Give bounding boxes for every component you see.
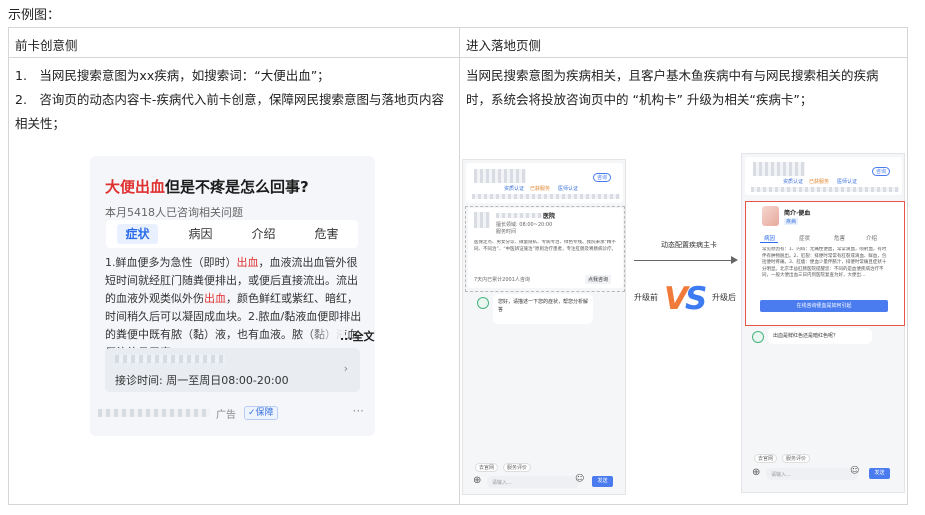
institution-name: 医院 [543,213,556,220]
after-bot-message: 出血是鲜红色还是暗红色呢？ [768,328,872,344]
badge-3: 医师认证 [558,186,579,192]
consult-cta-button[interactable]: 在线咨询便血是如何引起 [760,300,888,312]
right-paragraph: 当网民搜索意图为疾病相关，且客户基木鱼疾病中有与网民搜索相关的疾病时，系统会将投… [466,68,879,107]
badge-1: 资质认证 [504,186,525,192]
tab-symptom[interactable]: 症状 [106,220,169,248]
disease-tag: 疾病 [784,218,799,225]
after-plus-icon[interactable]: ⊕ [752,467,760,478]
header-right: 进入落地页侧 [459,27,908,58]
after-send-button[interactable]: 发送 [869,468,890,479]
card-tabs: 症状 病因 介绍 危害 [106,220,358,248]
left-item-1: 1. 当网民搜索意图为xx疾病，如搜索词：“大便出血”； [15,68,330,83]
after-emoji-icon[interactable]: ☺ [850,466,859,476]
send-button[interactable]: 发送 [592,476,613,487]
card-title[interactable]: 大便出血但是不疼是怎么回事? [105,176,309,197]
ad-row: 广告 ✓保障 ··· [98,404,366,421]
search-result-card: 大便出血但是不疼是怎么回事? 本月5418人已咨询相关问题 症状 病因 介绍 危… [90,156,375,436]
after-phone: 咨询 资质认证 已获服务 医师认证 简介·便血 疾病 病因 症状 危害 介绍 常… [741,153,905,493]
before-header-card: 咨询 资质认证 已获服务 医师认证 [466,163,623,203]
disease-desc: 常见原因有：1、内痔：无痛性便血，常常滴血，喷射血，有时伴有肿物脱出。2、肛裂：… [762,247,887,278]
disease-title: 简介·便血 [784,210,811,217]
after-quick-website[interactable]: 去官网 [754,454,778,463]
input-placeholder: 请输入... [492,480,512,486]
after-bot-avatar [752,331,764,343]
info-line-2: 服务时间 [496,229,517,235]
after-quick-review[interactable]: 服务评价 [782,454,811,463]
bot-avatar [477,297,489,309]
arrow-head-icon [731,256,738,264]
institution-card: 医院 擅长领域: 08:00~20:00 服务时间 医保定点、男女分诊、微量隐私… [468,208,623,288]
tab-cause[interactable]: 病因 [169,220,232,248]
guarantee-badge: ✓保障 [244,406,278,420]
plus-icon[interactable]: ⊕ [473,475,481,486]
emoji-icon[interactable]: ☺ [575,474,584,484]
consult-stat: 7天内已累计2001人咨询 [474,277,530,283]
blurred-name [115,355,225,363]
consult-now-button[interactable]: 点我咨询 [585,275,612,284]
badge-2: 已获服务 [530,186,551,192]
disease-card-highlight: 简介·便血 疾病 病因 症状 危害 介绍 常见原因有：1、内痔：无痛性便血，常常… [745,201,905,326]
before-label: 升级前 [634,293,658,302]
hours-text: 接诊时间: 周一至周日08:00-20:00 [115,374,289,387]
more-menu-icon[interactable]: ··· [353,404,364,418]
after-tab-cause[interactable]: 病因 [764,234,775,242]
after-label: 升级后 [712,293,736,302]
blurred-advertiser [98,409,210,417]
quick-review[interactable]: 服务评价 [503,463,532,472]
after-input-placeholder: 请输入... [771,472,791,478]
after-tab-harm[interactable]: 危害 [834,234,845,242]
hours-panel[interactable]: 接诊时间: 周一至周日08:00-20:00 › [105,348,360,392]
consult-button[interactable]: 咨询 [593,173,612,182]
after-question-text: 出血是鲜红色还是暗红色呢？ [773,333,839,339]
chevron-right-icon: › [343,362,348,375]
after-tab-intro[interactable]: 介绍 [866,234,877,242]
after-consult-button[interactable]: 咨询 [872,167,891,176]
ad-label: 广告 [216,410,236,421]
quick-website[interactable]: 去官网 [475,463,499,472]
after-header-card: 咨询 资质认证 已获服务 医师认证 [745,157,902,195]
after-badge-2: 已获服务 [809,179,830,185]
tab-intro[interactable]: 介绍 [232,220,295,248]
card-body-text: 1.鲜血便多为急性（即时）出血，血液流出血管外很短时间就经肛门随粪便排出，或便后… [105,256,362,359]
after-badge-1: 资质认证 [783,179,804,185]
read-more-link[interactable]: ...全文 [340,328,375,344]
disease-image [762,206,779,226]
tab-harm[interactable]: 危害 [295,220,358,248]
after-badge-3: 医师认证 [837,179,858,185]
bot-message: 您好，请描述一下您的症状，帮您分析解答 [493,294,593,324]
figure-caption: 示例图： [8,8,61,23]
vs-mark: VS [664,281,707,317]
message-input[interactable]: 请输入... [487,476,579,488]
info-line-1: 擅长领域: 08:00~20:00 [496,222,553,228]
card-subtitle: 本月5418人已咨询相关问题 [105,206,243,219]
institution-desc: 医保定点、男女分诊、微量隐私、专病专治、绿色专线。我院秉承“精不同、不同治”、“… [474,240,616,252]
left-item-2: 2. 咨询页的动态内容卡-疾病代入前卡创意，保障网民搜索意图与落地页内容相关性； [15,92,444,131]
text-fade [305,322,345,342]
header-left: 前卡创意侧 [8,27,460,58]
after-tab-symptom[interactable]: 症状 [799,234,810,242]
flow-arrow [634,260,734,261]
before-phone: 咨询 资质认证 已获服务 医师认证 医院 擅长领域: 08:00~20:00 服… [462,159,626,495]
arrow-label: 动态配置疾病主卡 [661,241,717,249]
bot-message-text: 您好，请描述一下您的症状，帮您分析解答 [498,299,589,313]
after-message-input[interactable]: 请输入... [766,468,858,480]
